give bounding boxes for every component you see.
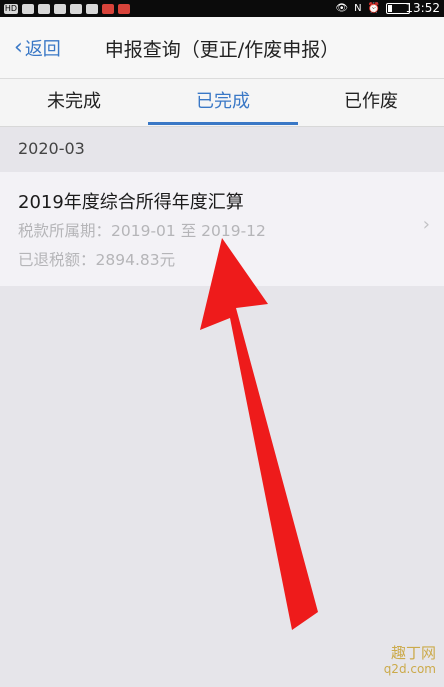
record-title: 2019年度综合所得年度汇算 <box>18 192 244 213</box>
record-refund-amount: 已退税额：2894.83元 <box>18 251 176 269</box>
status-bar: HD 👁 N ⏰ 13:52 <box>0 0 444 17</box>
alarm-icon: ⏰ <box>367 3 380 14</box>
wifi-icon <box>54 3 66 14</box>
app-notification-icon <box>86 3 98 14</box>
tab-completed[interactable]: 已完成 <box>148 79 298 126</box>
signal-icon-2 <box>38 3 50 14</box>
signal-icon <box>22 3 34 14</box>
hd-icon: HD <box>4 3 18 14</box>
tab-bar: 未完成 已完成 已作废 <box>0 79 444 127</box>
status-left-icons: HD <box>4 2 130 15</box>
app-notification-icon-3 <box>118 3 130 14</box>
eye-icon: 👁 <box>335 3 349 14</box>
arrow-shape <box>200 238 318 630</box>
record-tax-period: 税款所属期：2019-01 至 2019-12 <box>18 222 266 240</box>
chevron-right-icon: › <box>422 214 430 235</box>
active-tab-indicator <box>148 122 298 125</box>
tab-incomplete[interactable]: 未完成 <box>0 79 148 126</box>
declaration-record[interactable]: 2019年度综合所得年度汇算 税款所属期：2019-01 至 2019-12 已… <box>0 172 444 286</box>
nfc-icon: N <box>354 3 362 14</box>
app-notification-icon-2 <box>102 3 114 14</box>
status-right-icons: 👁 N ⏰ <box>335 2 410 15</box>
status-time: 13:52 <box>405 1 440 15</box>
watermark-site: q2d.com <box>383 662 436 676</box>
nav-bar: ‹ 返回 申报查询（更正/作废申报） <box>0 17 444 79</box>
page-title: 申报查询（更正/作废申报） <box>104 39 340 61</box>
tab-voided[interactable]: 已作废 <box>298 79 444 126</box>
watermark-text: 趣丁网 <box>390 644 436 662</box>
section-date-header: 2020-03 <box>0 127 444 171</box>
notification-icon <box>70 3 82 14</box>
watermark: 趣丁网 q2d.com <box>384 645 436 677</box>
